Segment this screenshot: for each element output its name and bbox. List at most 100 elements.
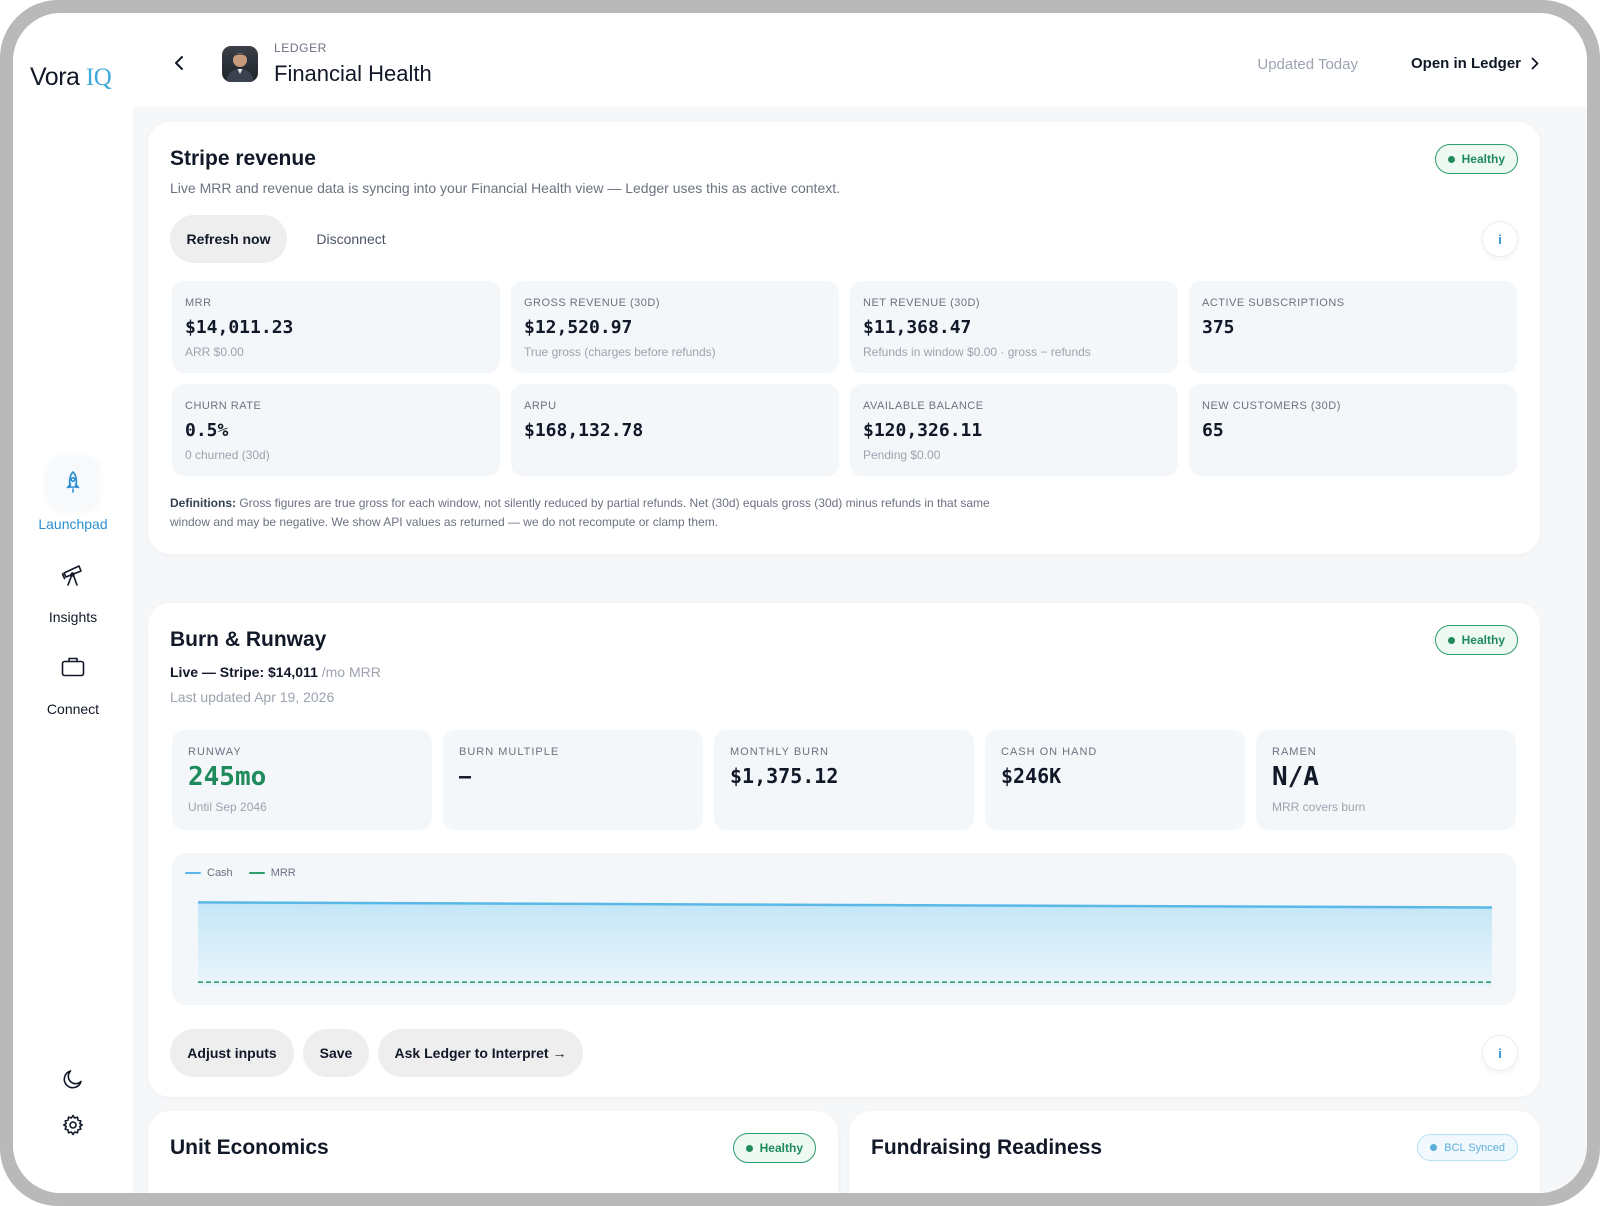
card-description: Live MRR and revenue data is syncing int… (170, 180, 841, 196)
status-badge: Healthy (1434, 625, 1518, 655)
sidebar-item-connect[interactable]: Connect (13, 641, 133, 717)
save-button[interactable]: Save (303, 1029, 369, 1077)
metric-sub: 0 churned (30d) (185, 448, 270, 462)
metric-label: CHURN RATE (185, 400, 262, 412)
metric-value: $12,520.97 (524, 317, 633, 338)
device-frame: Vora IQ Launchpad Insights Connect LEDGE… (0, 0, 1600, 1206)
sidebar-item-label: Connect (46, 701, 100, 717)
metric-runway: RUNWAY 245mo Until Sep 2046 (172, 730, 432, 830)
card-title: Stripe revenue (170, 147, 316, 170)
fundraising-readiness-card: Fundraising Readiness BCL Synced (849, 1111, 1540, 1193)
main-content: LEDGER Financial Health Updated Today Op… (133, 13, 1587, 1193)
disconnect-button[interactable]: Disconnect (294, 215, 408, 263)
metric-sub: MRR covers burn (1272, 800, 1366, 814)
status-badge: Healthy (1434, 144, 1518, 174)
metric-label: ARPU (524, 400, 557, 412)
metric-label: MONTHLY BURN (730, 746, 829, 758)
back-button[interactable] (169, 51, 189, 75)
metric-burn-multiple: BURN MULTIPLE — (443, 730, 703, 830)
page-header: LEDGER Financial Health Updated Today Op… (133, 13, 1587, 107)
metric-label: MRR (185, 297, 212, 309)
refresh-now-button[interactable]: Refresh now (170, 215, 287, 263)
stripe-revenue-card: Stripe revenue Healthy Live MRR and reve… (148, 122, 1540, 554)
metric-sub: Refunds in window $0.00 · gross − refund… (863, 345, 1091, 359)
ask-ledger-button[interactable]: Ask Ledger to Interpret → (378, 1029, 583, 1077)
metric-label: ACTIVE SUBSCRIPTIONS (1202, 297, 1345, 309)
open-in-ledger-label: Open in Ledger (1410, 55, 1521, 72)
status-label: Healthy (759, 1141, 803, 1155)
metric-new-customers: NEW CUSTOMERS (30D) 65 (1189, 384, 1517, 476)
info-button[interactable]: i (1482, 221, 1518, 257)
burn-runway-card: Burn & Runway Healthy Live — Stripe: $14… (148, 603, 1540, 1097)
card-title: Fundraising Readiness (871, 1136, 1103, 1159)
metric-sub: ARR $0.00 (185, 345, 244, 359)
page-title: Financial Health (274, 61, 432, 86)
metric-available-balance: AVAILABLE BALANCE $120,326.11 Pending $0… (850, 384, 1178, 476)
metric-label: BURN MULTIPLE (459, 746, 560, 758)
avatar (222, 46, 258, 82)
metric-value: $120,326.11 (863, 420, 983, 441)
sidebar-item-insights[interactable]: Insights (13, 549, 133, 625)
chevron-right-icon (1531, 57, 1539, 70)
status-dot (1447, 636, 1455, 644)
sidebar-item-label: Launchpad (38, 516, 108, 532)
metric-value: N/A (1272, 762, 1319, 792)
metric-sub: Until Sep 2046 (188, 800, 267, 814)
definitions-text: Gross figures are true gross for each wi… (170, 496, 990, 529)
metric-churn-rate: CHURN RATE 0.5% 0 churned (30d) (172, 384, 500, 476)
status-label: Healthy (1461, 633, 1505, 647)
metric-value: 0.5% (185, 420, 229, 441)
open-in-ledger-link[interactable]: Open in Ledger (1411, 55, 1539, 72)
metric-value: $11,368.47 (863, 317, 972, 338)
metric-cash-on-hand: CASH ON HAND $246K (985, 730, 1245, 830)
metric-value: 245mo (188, 762, 267, 792)
card-title: Burn & Runway (170, 628, 327, 651)
metric-label: CASH ON HAND (1001, 746, 1098, 758)
updated-status: Updated Today (1257, 56, 1358, 73)
gear-icon[interactable] (59, 1111, 87, 1139)
metric-net-revenue: NET REVENUE (30D) $11,368.47 Refunds in … (850, 281, 1178, 373)
cash-area (198, 902, 1492, 987)
metric-value: $14,011.23 (185, 317, 294, 338)
metric-value: 375 (1202, 317, 1235, 338)
metric-label: RUNWAY (188, 746, 242, 758)
metric-label: RAMEN (1272, 746, 1317, 758)
last-updated: Last updated Apr 19, 2026 (170, 689, 335, 705)
sync-badge: BCL Synced (1417, 1134, 1518, 1161)
metric-sub: True gross (charges before refunds) (524, 345, 716, 359)
status-dot (1447, 155, 1455, 163)
metric-value: $168,132.78 (524, 420, 644, 441)
card-title: Unit Economics (170, 1136, 329, 1159)
logo-main: Vora (30, 63, 80, 91)
metric-value: $1,375.12 (730, 764, 839, 788)
metric-value: $246K (1001, 764, 1062, 788)
live-mrr-value: Live — Stripe: $14,011 (170, 664, 318, 680)
info-button[interactable]: i (1482, 1035, 1518, 1071)
moon-icon[interactable] (59, 1065, 87, 1093)
metric-gross-revenue: GROSS REVENUE (30D) $12,520.97 True gros… (511, 281, 839, 373)
metric-value: 65 (1202, 420, 1224, 441)
chart-plot (197, 901, 1493, 987)
metric-value: — (459, 764, 472, 788)
status-label: Healthy (1461, 152, 1505, 166)
status-badge: Healthy (732, 1133, 816, 1163)
page-eyebrow: LEDGER (274, 41, 327, 55)
metric-ramen: RAMEN N/A MRR covers burn (1256, 730, 1516, 830)
live-mrr-suffix: /mo MRR (317, 664, 381, 680)
metric-label: AVAILABLE BALANCE (863, 400, 984, 412)
sidebar-item-launchpad[interactable]: Launchpad (13, 456, 133, 532)
status-dot (1430, 1144, 1438, 1151)
metric-arpu: ARPU $168,132.78 (511, 384, 839, 476)
definitions-note: Definitions: Gross figures are true gros… (170, 494, 1030, 532)
metric-active-subscriptions: ACTIVE SUBSCRIPTIONS 375 (1189, 281, 1517, 373)
sidebar-item-label: Insights (48, 609, 98, 625)
sidebar: Vora IQ Launchpad Insights Connect (13, 13, 133, 1193)
metric-sub: Pending $0.00 (863, 448, 941, 462)
briefcase-icon (47, 641, 99, 693)
adjust-inputs-button[interactable]: Adjust inputs (170, 1029, 294, 1077)
logo[interactable]: Vora IQ (30, 63, 112, 92)
chevron-left-icon (175, 56, 183, 70)
metric-label: NEW CUSTOMERS (30D) (1202, 400, 1341, 412)
rocket-icon (47, 456, 99, 508)
unit-economics-card: Unit Economics Healthy (148, 1111, 838, 1193)
